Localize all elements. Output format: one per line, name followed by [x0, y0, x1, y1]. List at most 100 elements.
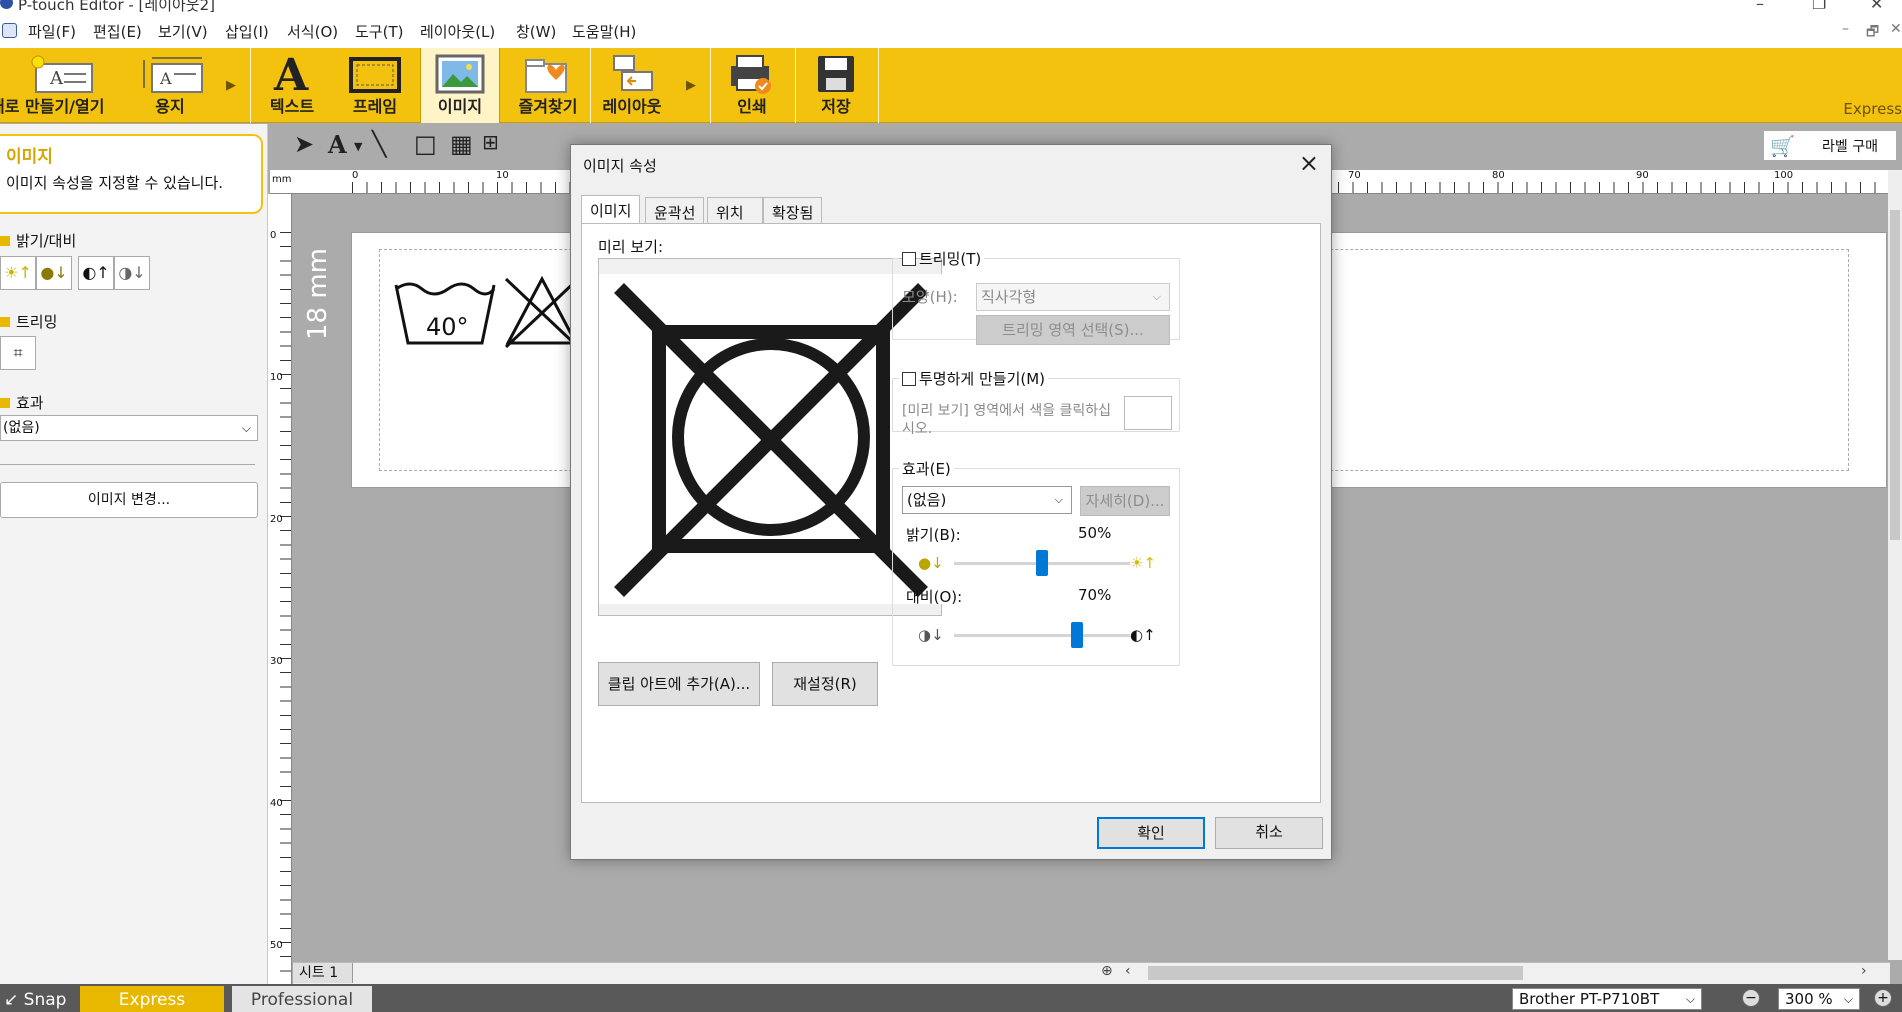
trimming-heading: 트리밍: [0, 311, 57, 332]
favorites-label: 즐겨찾기: [518, 97, 578, 116]
brightness-contrast-heading: 밝기/대비: [0, 230, 76, 251]
doc-minimize-button[interactable]: –: [1842, 21, 1849, 37]
menu-view[interactable]: 보기(V): [158, 21, 208, 42]
new-open-button[interactable]: A 새로 만들기/열기: [0, 48, 130, 123]
panel-divider: [0, 464, 255, 465]
rectangle-tool-icon[interactable]: □: [414, 130, 437, 158]
horizontal-scrollbar[interactable]: 시트 1 ⊕ ‹ ›: [293, 962, 1890, 984]
ruler-tick-label: 100: [1774, 170, 1794, 181]
print-button[interactable]: 인쇄: [712, 48, 792, 123]
contrast-slider-track[interactable]: [954, 634, 1130, 637]
layout-button[interactable]: 레이아웃: [592, 48, 672, 123]
reset-button[interactable]: 재설정(R): [772, 662, 878, 706]
ruler-tick-label: 0: [270, 230, 277, 241]
mode-tab-professional[interactable]: Professional: [232, 986, 372, 1012]
washing-40-icon[interactable]: 40°: [390, 275, 500, 355]
doc-close-button[interactable]: ✕: [1890, 21, 1902, 37]
menu-file[interactable]: 파일(F): [28, 21, 76, 42]
effect-dialog-select[interactable]: (없음) ⌵: [902, 486, 1072, 514]
close-window-button[interactable]: ✕: [1870, 0, 1883, 13]
buy-labels-button[interactable]: 🛒 라벨 구매: [1763, 130, 1897, 161]
change-image-button[interactable]: 이미지 변경...: [0, 482, 258, 518]
crop-button[interactable]: ⌗: [0, 336, 36, 370]
brightness-slider-thumb[interactable]: [1036, 550, 1048, 576]
paper-button[interactable]: A 용지: [130, 48, 210, 123]
new-open-icon: A: [31, 55, 93, 93]
menu-edit[interactable]: 편집(E): [93, 21, 142, 42]
zoom-in-button[interactable]: +: [1874, 989, 1892, 1007]
minimize-button[interactable]: –: [1756, 0, 1764, 13]
text-tool-icon[interactable]: A: [328, 130, 347, 159]
tab-outline[interactable]: 윤곽선: [645, 197, 705, 223]
print-label: 인쇄: [737, 97, 767, 116]
text-button[interactable]: A 텍스트: [254, 48, 330, 123]
ribbon-expand-arrow-icon[interactable]: ▶: [226, 78, 236, 93]
text-tool-dropdown-icon[interactable]: ▼: [354, 140, 362, 153]
menu-tools[interactable]: 도구(T): [355, 21, 403, 42]
ok-button[interactable]: 확인: [1097, 817, 1205, 849]
menu-format[interactable]: 서식(O): [287, 21, 338, 42]
menu-help[interactable]: 도움말(H): [572, 21, 636, 42]
favorites-button[interactable]: 즐겨찾기: [508, 48, 588, 123]
frame-icon: [349, 57, 401, 93]
vertical-scroll-thumb[interactable]: [1890, 210, 1900, 540]
table-tool-icon[interactable]: ▦: [450, 130, 473, 158]
menu-window[interactable]: 창(W): [516, 21, 556, 42]
contrast-down-button[interactable]: ◑↓: [114, 256, 150, 290]
mode-tab-express[interactable]: Express: [80, 986, 224, 1012]
tab-image[interactable]: 이미지: [581, 195, 641, 225]
doc-restore-button[interactable]: 🗗: [1866, 21, 1879, 45]
brightness-down-button[interactable]: ●↓: [36, 256, 72, 290]
brightness-up-button[interactable]: ☀↑: [0, 256, 36, 290]
save-button[interactable]: 저장: [796, 48, 876, 123]
scroll-right-icon[interactable]: ›: [1861, 963, 1867, 979]
dialog-close-button[interactable]: ×: [1299, 149, 1319, 177]
horizontal-scroll-thumb[interactable]: [1148, 966, 1523, 980]
contrast-up-button[interactable]: ◐↑: [78, 256, 114, 290]
zoom-out-button[interactable]: −: [1742, 989, 1760, 1007]
mode-tab-snap[interactable]: ↙ Snap: [0, 986, 82, 1012]
trimming-checkbox[interactable]: 트리밍(T): [899, 248, 984, 269]
ribbon-expand-arrow-icon[interactable]: ▶: [686, 78, 696, 93]
line-tool-icon[interactable]: ╲: [372, 130, 386, 158]
trimming-checkbox-box[interactable]: [902, 252, 916, 266]
scroll-left-icon[interactable]: ‹: [1125, 963, 1131, 979]
document-icon[interactable]: [2, 23, 17, 38]
contrast-down-icon: ◑↓: [118, 263, 146, 282]
image-button[interactable]: 이미지: [420, 48, 500, 123]
contrast-down-icon: ◑↓: [918, 626, 944, 644]
contrast-value: 70%: [1078, 586, 1112, 604]
restore-button[interactable]: ❐: [1812, 0, 1826, 13]
barcode-tool-icon[interactable]: ⊞: [482, 130, 499, 154]
sheet-tab[interactable]: 시트 1: [293, 963, 353, 983]
chevron-down-icon: ⌵: [1685, 992, 1695, 1006]
add-to-clipart-button[interactable]: 클립 아트에 추가(A)...: [598, 662, 760, 706]
vertical-scrollbar[interactable]: [1888, 170, 1902, 960]
contrast-slider-thumb[interactable]: [1071, 622, 1084, 648]
image-icon: [435, 54, 485, 94]
favorites-icon: [525, 59, 567, 93]
ruler-tick-label: 10: [496, 170, 509, 181]
frame-button[interactable]: 프레임: [336, 48, 414, 123]
window-title: P-touch Editor - [레이아웃2]: [18, 0, 216, 14]
ruler-tick-label: 0: [352, 170, 359, 181]
transparent-checkbox-box[interactable]: [902, 372, 916, 386]
effect-select[interactable]: (없음) ⌵: [0, 415, 258, 441]
chevron-down-icon: ⌵: [1843, 992, 1853, 1006]
printer-select[interactable]: Brother PT-P710BT ⌵: [1512, 988, 1702, 1010]
preview-area[interactable]: [598, 258, 943, 616]
shape-label: 모양(H):: [902, 288, 958, 306]
transparent-checkbox[interactable]: 투명하게 만들기(M): [899, 368, 1048, 389]
status-bar: ↙ Snap Express Professional Brother PT-P…: [0, 984, 1902, 1012]
crop-icon: ⌗: [13, 343, 23, 362]
cancel-button[interactable]: 취소: [1215, 817, 1323, 849]
ribbon-separator: [250, 48, 251, 123]
tab-extended[interactable]: 확장됨: [763, 197, 823, 223]
select-tool-icon[interactable]: ➤: [294, 130, 314, 158]
zoom-select[interactable]: 300 % ⌵: [1778, 988, 1860, 1010]
menu-layout[interactable]: 레이아웃(L): [420, 21, 495, 42]
effect-detail-button: 자세히(D)...: [1080, 486, 1170, 516]
menu-insert[interactable]: 삽입(I): [225, 21, 269, 42]
add-sheet-icon[interactable]: ⊕: [1101, 963, 1113, 979]
tab-position[interactable]: 위치: [707, 197, 763, 223]
